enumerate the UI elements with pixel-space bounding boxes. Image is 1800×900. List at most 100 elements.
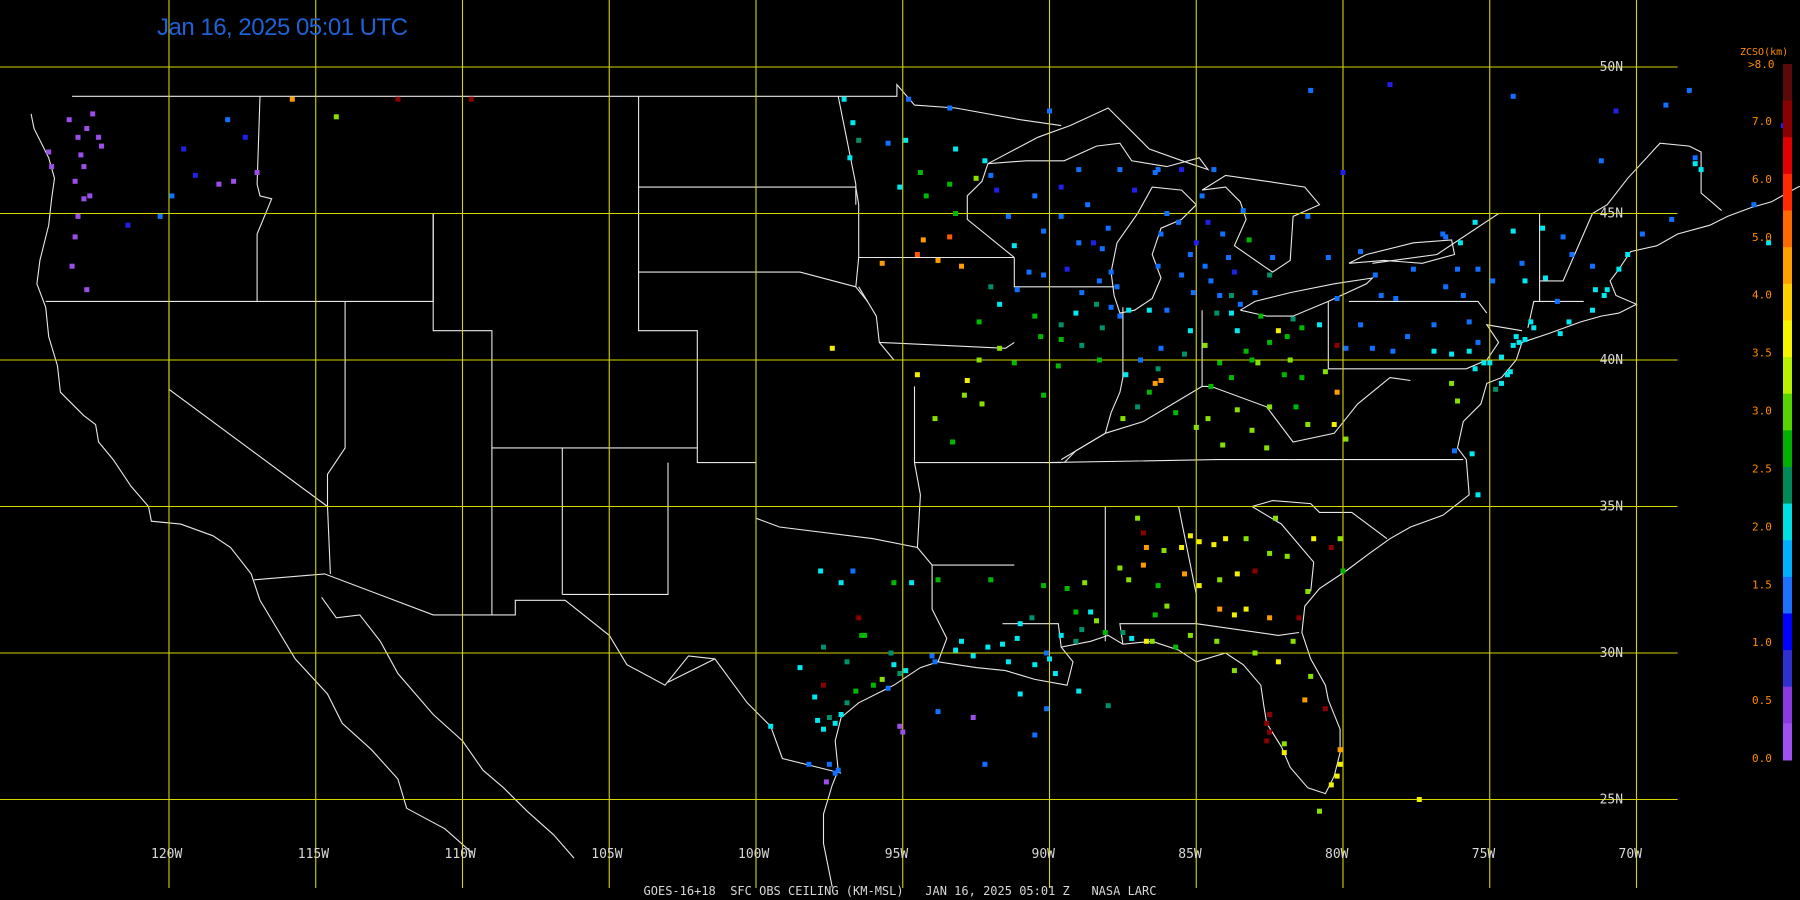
observation-point (885, 140, 891, 146)
observation-point (1135, 404, 1141, 410)
observation-point (1249, 357, 1255, 363)
observation-point (903, 137, 909, 143)
observation-point (1076, 167, 1082, 173)
observation-point (897, 671, 903, 676)
colorbar-title: ZCSO(km) (1740, 47, 1788, 58)
observation-point (923, 193, 929, 199)
observation-point (935, 709, 941, 715)
boundary-line (1327, 301, 1523, 370)
observation-point (1557, 331, 1563, 337)
observation-point (1358, 322, 1364, 328)
observation-point (1085, 202, 1091, 208)
observation-point (1193, 424, 1199, 430)
observation-point (1663, 102, 1669, 108)
observation-point (231, 178, 237, 184)
observation-point (1522, 278, 1528, 284)
observation-point (1369, 345, 1375, 351)
observation-point (72, 234, 78, 240)
observation-point (1493, 386, 1499, 392)
observation-point (917, 170, 923, 175)
observation-point (1322, 369, 1328, 375)
colorbar-tick-label: 4.0 (1752, 289, 1772, 302)
observation-point (1528, 319, 1534, 325)
observation-point (1431, 322, 1437, 328)
observation-point (850, 120, 856, 126)
observation-point (897, 184, 903, 190)
observation-point (1231, 612, 1237, 618)
observation-point (1202, 263, 1208, 269)
observation-point (1692, 155, 1698, 161)
observation-point (1431, 348, 1437, 354)
observation-point (1237, 301, 1243, 307)
observation-point (1091, 240, 1096, 246)
observation-point (988, 284, 994, 290)
boundary-line (837, 96, 857, 205)
observation-point (947, 105, 953, 111)
colorbar-bin (1783, 64, 1792, 102)
observation-point (1011, 360, 1017, 366)
boundary-line (1110, 186, 1198, 314)
observation-point (1231, 668, 1237, 674)
observation-point (997, 301, 1003, 307)
observation-point (1255, 360, 1261, 366)
observation-point (1531, 325, 1537, 331)
observation-point (1014, 635, 1020, 641)
observation-point (192, 172, 198, 178)
observation-point (1032, 732, 1038, 738)
observation-point (982, 761, 988, 767)
observation-point (879, 260, 885, 266)
observation-point (920, 237, 926, 243)
observation-point (979, 401, 985, 407)
colorbar-tick-label: 6.0 (1752, 173, 1772, 186)
observation-point (1179, 272, 1185, 278)
observation-point (1164, 307, 1170, 313)
observation-point (1017, 621, 1023, 627)
observation-point (1196, 539, 1202, 545)
observation-point (1038, 334, 1044, 340)
observation-point (929, 653, 935, 659)
observation-point (1161, 548, 1167, 553)
observation-point (847, 155, 853, 161)
observation-point (1340, 170, 1346, 175)
observation-point (1455, 266, 1460, 272)
observation-point (254, 170, 260, 175)
boundary-line (254, 573, 842, 774)
observation-point (1032, 193, 1038, 199)
observation-point (1088, 609, 1094, 615)
observation-point (879, 676, 885, 682)
observation-point (850, 568, 856, 574)
observation-point (1187, 328, 1193, 334)
observation-point (914, 372, 920, 378)
observation-point (821, 726, 826, 732)
observation-point (932, 416, 938, 422)
boundary-line (879, 341, 1015, 349)
observation-point (1182, 571, 1187, 577)
observation-point (1267, 729, 1273, 735)
observation-point (1560, 234, 1566, 240)
observation-point (1073, 609, 1079, 615)
observation-point (1026, 269, 1032, 275)
observation-point (1284, 334, 1290, 340)
lat-lon-grid: 50N 45N 40N 35N 30N 25N 120W 115W 110W 105W 100W 95… (0, 0, 1678, 888)
observation-point (1590, 307, 1595, 313)
boundary-line (1201, 174, 1321, 273)
observation-point (862, 632, 868, 638)
observation-point (1158, 345, 1164, 351)
observation-point (1299, 375, 1305, 381)
observation-point (1510, 228, 1516, 234)
colorbar-bin (1783, 576, 1792, 614)
observation-point (1616, 266, 1622, 272)
observation-point (888, 650, 894, 656)
latitude-label: 45N (1600, 207, 1623, 222)
colorbar-tick-label: 3.0 (1752, 405, 1772, 418)
observation-point (1105, 225, 1111, 231)
observation-point (997, 345, 1003, 351)
observation-point (1554, 298, 1560, 304)
observation-point (1079, 627, 1085, 633)
observation-point (1267, 339, 1273, 345)
boundary-line (1060, 385, 1203, 461)
longitude-label: 75W (1472, 847, 1496, 862)
observation-point (225, 117, 231, 123)
observation-point (1466, 348, 1472, 354)
observation-point (947, 234, 953, 240)
